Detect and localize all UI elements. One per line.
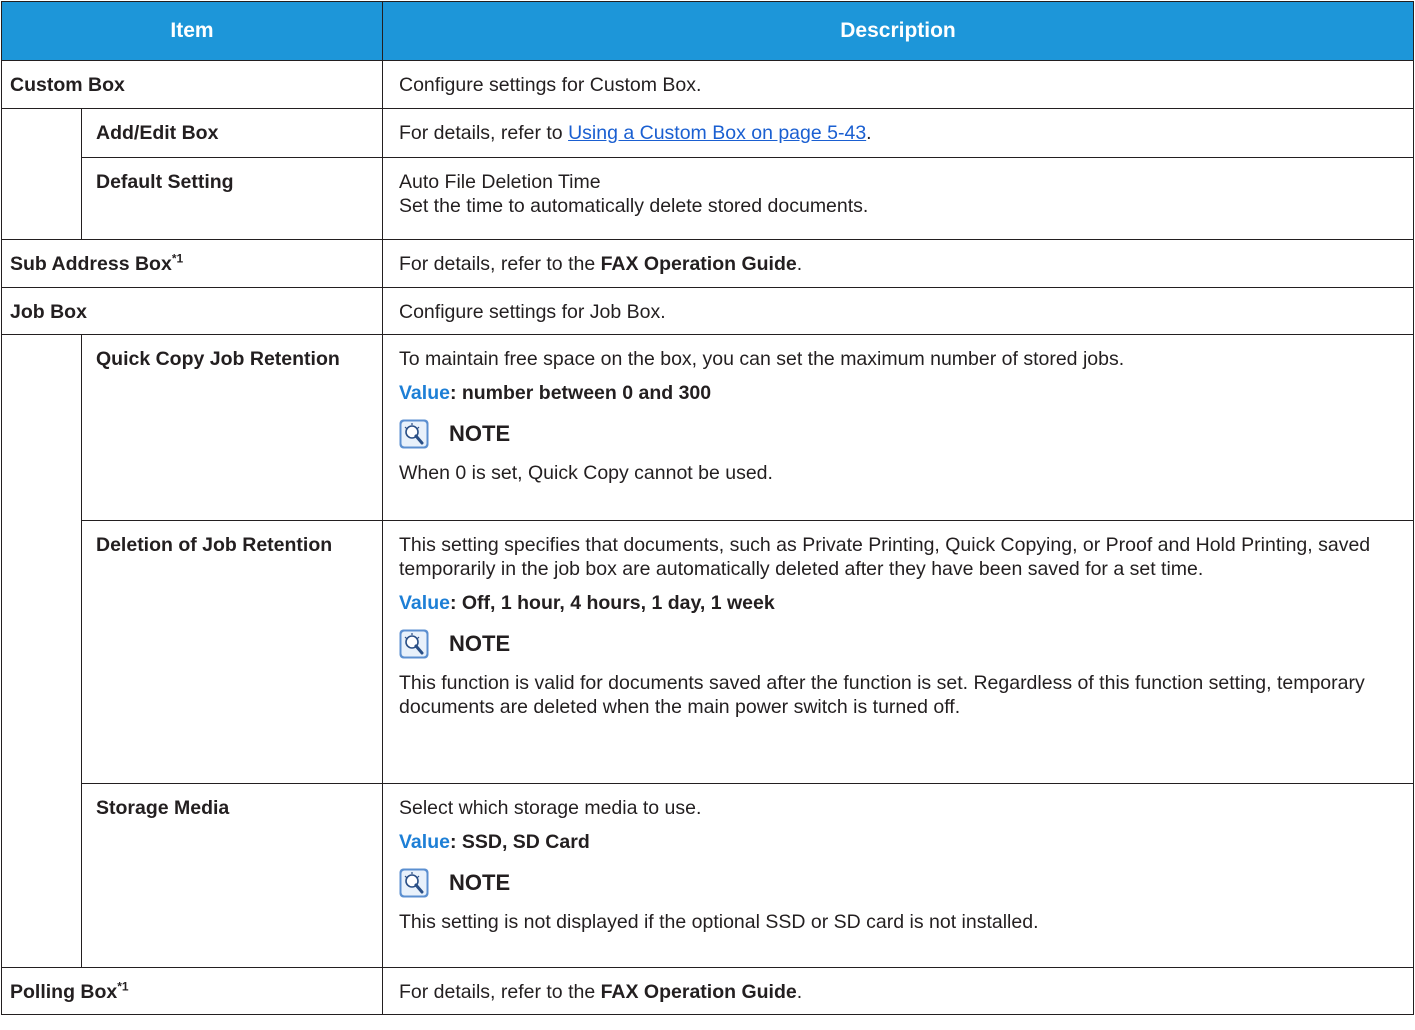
desc-add-edit-box: For details, refer to Using a Custom Box…: [382, 108, 1414, 158]
desc-custom-box: Configure settings for Custom Box.: [382, 60, 1414, 109]
desc-polling-box: For details, refer to the FAX Operation …: [382, 967, 1414, 1015]
item-default-setting: Default Setting: [81, 157, 383, 240]
table-row: Storage Media Select which storage media…: [2, 783, 1414, 968]
lightbulb-note-icon: [399, 419, 429, 449]
desc-sub-address-box: For details, refer to the FAX Operation …: [382, 239, 1414, 288]
desc-line: Auto File Deletion Time: [399, 171, 601, 193]
desc-job-box: Configure settings for Job Box.: [382, 287, 1414, 335]
table-row: Polling Box*1 For details, refer to the …: [1, 967, 1414, 1015]
value-line: Value: SSD, SD Card: [399, 831, 590, 853]
table-row: Deletion of Job Retention This setting s…: [2, 520, 1414, 784]
item-job-box: Job Box: [1, 287, 383, 335]
table-row: Job Box Configure settings for Job Box.: [1, 287, 1414, 335]
settings-table: Item Description Custom Box Configure se…: [1, 1, 1414, 1015]
table-row: Default Setting Auto File Deletion Time …: [2, 157, 1414, 240]
header-description: Description: [382, 1, 1414, 61]
table-row: Quick Copy Job Retention To maintain fre…: [1, 334, 1414, 968]
table-row: Add/Edit Box For details, refer to Using…: [1, 108, 1414, 240]
item-polling-box: Polling Box*1: [1, 967, 383, 1015]
desc-quick-copy: To maintain free space on the box, you c…: [382, 334, 1414, 521]
indent-cell: [1, 334, 82, 968]
table-header-row: Item Description: [1, 1, 1414, 61]
footnote-mark: *1: [171, 251, 184, 266]
footnote-mark: *1: [117, 979, 129, 994]
table-row: Sub Address Box*1 For details, refer to …: [1, 239, 1414, 288]
link-using-custom-box[interactable]: Using a Custom Box on page 5-43: [568, 122, 866, 144]
note-heading: NOTE: [399, 868, 1403, 898]
item-storage-media: Storage Media: [81, 783, 383, 968]
indent-cell: [1, 108, 82, 240]
desc-storage: Select which storage media to use. Value…: [382, 783, 1414, 968]
item-quick-copy-job-retention: Quick Copy Job Retention: [81, 334, 383, 521]
value-line: Value: Off, 1 hour, 4 hours, 1 day, 1 we…: [399, 592, 775, 614]
header-item: Item: [1, 1, 383, 61]
item-custom-box: Custom Box: [1, 60, 383, 109]
value-line: Value: number between 0 and 300: [399, 382, 712, 404]
lightbulb-note-icon: [399, 629, 429, 659]
desc-deletion: This setting specifies that documents, s…: [382, 520, 1414, 784]
note-heading: NOTE: [399, 629, 1403, 659]
desc-line: Set the time to automatically delete sto…: [399, 195, 869, 217]
item-deletion-of-job-retention: Deletion of Job Retention: [81, 520, 383, 784]
desc-default-setting: Auto File Deletion Time Set the time to …: [382, 157, 1414, 240]
lightbulb-note-icon: [399, 868, 429, 898]
table-row: Custom Box Configure settings for Custom…: [1, 60, 1414, 109]
note-heading: NOTE: [399, 419, 1403, 449]
item-add-edit-box: Add/Edit Box: [81, 108, 383, 158]
item-sub-address-box: Sub Address Box*1: [1, 239, 383, 288]
